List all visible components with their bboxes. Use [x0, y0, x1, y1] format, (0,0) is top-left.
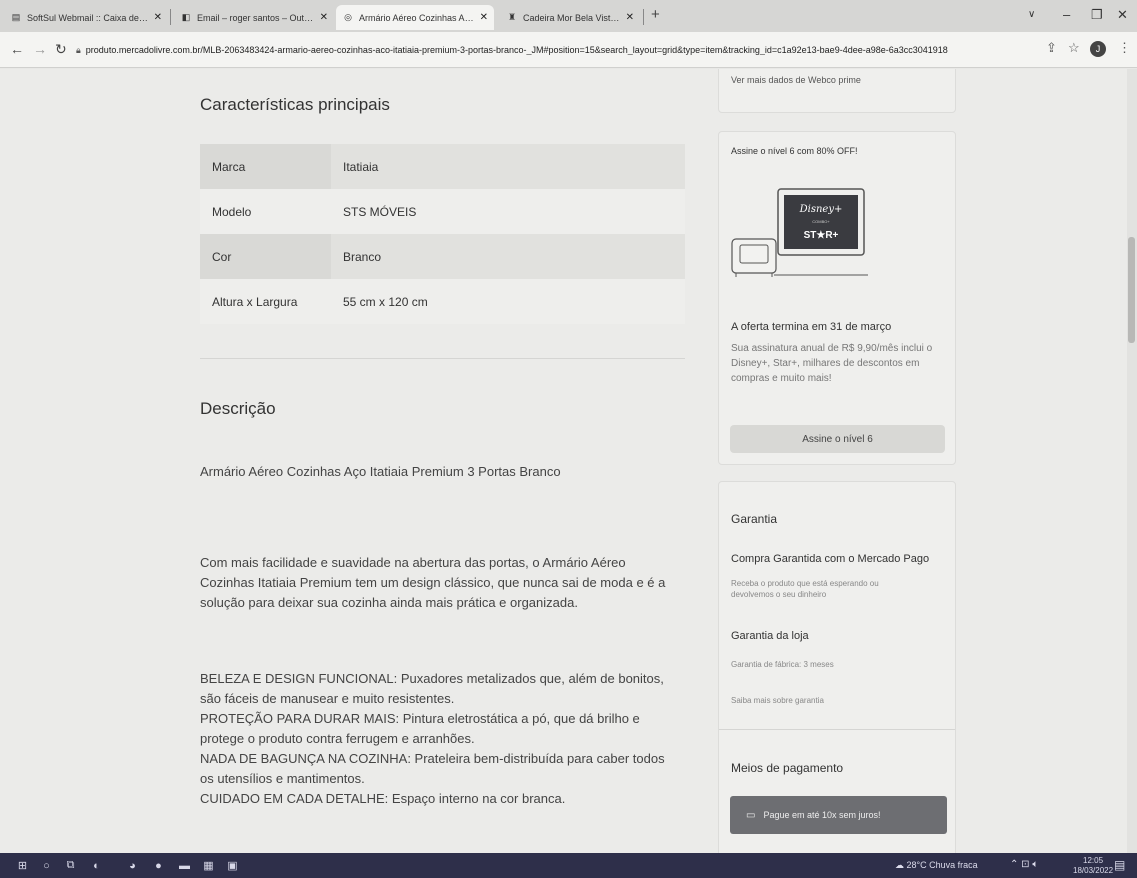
tab-strip: ▤ SoftSul Webmail :: Caixa de entr ✕ ◧ E… [0, 0, 1137, 32]
mp-guarantee-title: Compra Garantida com o Mercado Pago [731, 553, 930, 565]
tab-divider [643, 9, 644, 25]
tab-search-icon[interactable]: ∨ [1028, 9, 1035, 20]
address-bar[interactable]: 🔒︎ produto.mercadolivre.com.br/MLB-20634… [76, 38, 1036, 62]
tab-title: Armário Aéreo Cozinhas Aço Itai [359, 12, 475, 23]
section-divider [200, 358, 685, 359]
guarantee-title: Garantia [731, 512, 778, 526]
tab-title: Email – roger santos – Outlook [197, 12, 315, 23]
table-row: Cor Branco [200, 234, 685, 279]
scrollbar[interactable] [1127, 69, 1137, 853]
table-row: Altura x Largura 55 cm x 120 cm [200, 279, 685, 324]
chair-icon: ♜ [507, 12, 517, 22]
browser-toolbar: ← → ↻ 🔒︎ produto.mercadolivre.com.br/MLB… [0, 32, 1137, 68]
offer-title: Assine o nível 6 com 80% OFF! [731, 146, 858, 156]
card-divider [719, 729, 955, 730]
tab-softsul-webmail[interactable]: ▤ SoftSul Webmail :: Caixa de entr ✕ [4, 5, 168, 30]
spec-value: Itatiaia [331, 144, 685, 189]
guarantee-info-link[interactable]: Saiba mais sobre garantia [731, 696, 824, 705]
star-icon[interactable]: ☆ [1068, 40, 1080, 56]
network-icon: ⊡ [1021, 859, 1030, 870]
scrollbar-thumb[interactable] [1128, 237, 1135, 343]
store-guarantee-text: Garantia de fábrica: 3 meses [731, 660, 834, 669]
credit-card-icon: ▭ [746, 809, 756, 821]
seller-info-link[interactable]: Ver mais dados de Webco prime [731, 75, 861, 85]
calculator-icon[interactable]: ▦ [200, 857, 217, 874]
file-explorer-icon[interactable]: ▬ [176, 857, 193, 874]
characteristics-title: Características principais [200, 95, 390, 114]
offer-description: Sua assinatura anual de R$ 9,90/mês incl… [731, 343, 933, 384]
mail-icon: ▤ [11, 12, 21, 22]
maximize-icon[interactable]: ❐ [1091, 7, 1103, 23]
disney-logo: Disney+ [799, 204, 843, 215]
tab-divider [170, 9, 171, 25]
new-tab-button[interactable]: + [651, 6, 660, 23]
chrome-icon[interactable]: ◕ [124, 857, 141, 874]
back-icon[interactable]: ← [10, 41, 24, 57]
close-icon[interactable]: ✕ [320, 12, 328, 23]
combo-label: COMBO+ [812, 219, 830, 224]
mp-guarantee-text: Receba o produto que está esperando ou d… [731, 579, 879, 599]
tab-cadeira[interactable]: ♜ Cadeira Mor Bela Vista - 151511 ✕ [500, 5, 640, 30]
store-guarantee-title: Garantia da loja [731, 630, 809, 642]
close-window-icon[interactable]: ✕ [1117, 7, 1128, 23]
description-features: BELEZA E DESIGN FUNCIONAL: Puxadores met… [200, 671, 665, 806]
close-icon[interactable]: ✕ [626, 12, 634, 23]
cloud-rain-icon: ☁ [895, 860, 904, 870]
reload-icon[interactable]: ↻ [55, 41, 67, 58]
clock-time: 12:05 [1083, 856, 1104, 865]
share-icon[interactable]: ⇪ [1046, 40, 1057, 56]
task-view-icon[interactable]: ⧉ [62, 857, 79, 874]
subscription-card [718, 131, 956, 465]
tab-title: SoftSul Webmail :: Caixa de entr [27, 12, 149, 23]
spec-table: Marca Itatiaia Modelo STS MÓVEIS Cor Bra… [200, 144, 685, 324]
spec-value: STS MÓVEIS [331, 189, 685, 234]
spec-key: Cor [200, 234, 331, 279]
spec-value: Branco [331, 234, 685, 279]
tab-outlook[interactable]: ◧ Email – roger santos – Outlook ✕ [174, 5, 334, 30]
profile-avatar[interactable]: J [1090, 41, 1106, 57]
mercadolivre-icon: ◎ [344, 12, 352, 22]
app-icon[interactable]: ● [150, 857, 167, 874]
tab-title: Cadeira Mor Bela Vista - 151511 [523, 12, 621, 23]
star-plus-logo: ST★R+ [804, 230, 839, 241]
volume-icon: 🔈︎ [1032, 859, 1039, 870]
description-title: Descrição [200, 399, 276, 418]
close-icon[interactable]: ✕ [154, 12, 162, 23]
installments-button[interactable]: ▭ Pague em até 10x sem juros! [730, 796, 947, 834]
forward-icon[interactable]: → [33, 41, 47, 57]
excel-icon[interactable]: ▣ [224, 857, 241, 874]
tv-armchair-illustration: Disney+ COMBO+ ST★R+ [731, 188, 868, 277]
weather-widget[interactable]: ☁ 28°C Chuva fraca [895, 860, 978, 871]
clock-date: 18/03/2022 [1073, 866, 1114, 875]
close-icon[interactable]: ✕ [480, 12, 488, 23]
spec-key: Altura x Largura [200, 279, 331, 324]
spec-key: Modelo [200, 189, 331, 234]
menu-icon[interactable]: ⋮ [1118, 40, 1131, 56]
spec-value: 55 cm x 120 cm [331, 279, 685, 324]
table-row: Marca Itatiaia [200, 144, 685, 189]
tab-armario[interactable]: ◎ Armário Aéreo Cozinhas Aço Itai ✕ [336, 5, 494, 30]
outlook-icon: ◧ [181, 12, 191, 22]
description-heading-line: Armário Aéreo Cozinhas Aço Itatiaia Prem… [200, 464, 561, 479]
url-text: produto.mercadolivre.com.br/MLB-20634834… [85, 45, 948, 55]
lock-icon: 🔒︎ [76, 44, 81, 55]
edge-icon[interactable]: ◐ [88, 857, 105, 874]
page-content: Características principais Marca Itatiai… [0, 69, 1137, 853]
system-tray[interactable]: ⌃ ⊡ 🔈︎ [1010, 859, 1038, 870]
search-icon[interactable]: ○ [38, 857, 55, 874]
payment-title: Meios de pagamento [731, 761, 844, 775]
installments-label: Pague em até 10x sem juros! [763, 810, 881, 820]
minimize-icon[interactable]: – [1063, 7, 1070, 22]
spec-key: Marca [200, 144, 331, 189]
notifications-icon[interactable]: ▤ [1114, 858, 1125, 872]
table-row: Modelo STS MÓVEIS [200, 189, 685, 234]
offer-deadline: A oferta termina em 31 de março [731, 321, 892, 333]
clock[interactable]: 12:05 18/03/2022 [1073, 856, 1113, 876]
weather-text: 28°C Chuva fraca [906, 860, 978, 870]
windows-start-icon[interactable]: ⊞ [14, 857, 31, 874]
chevron-up-icon: ⌃ [1010, 859, 1019, 870]
subscribe-button[interactable]: Assine o nível 6 [730, 425, 945, 453]
description-paragraph: Com mais facilidade e suavidade na abert… [200, 555, 666, 610]
taskbar: ⊞ ○ ⧉ ◐ ◕ ● ▬ ▦ ▣ ☁ 28°C Chuva fraca ⌃ ⊡… [0, 853, 1137, 878]
